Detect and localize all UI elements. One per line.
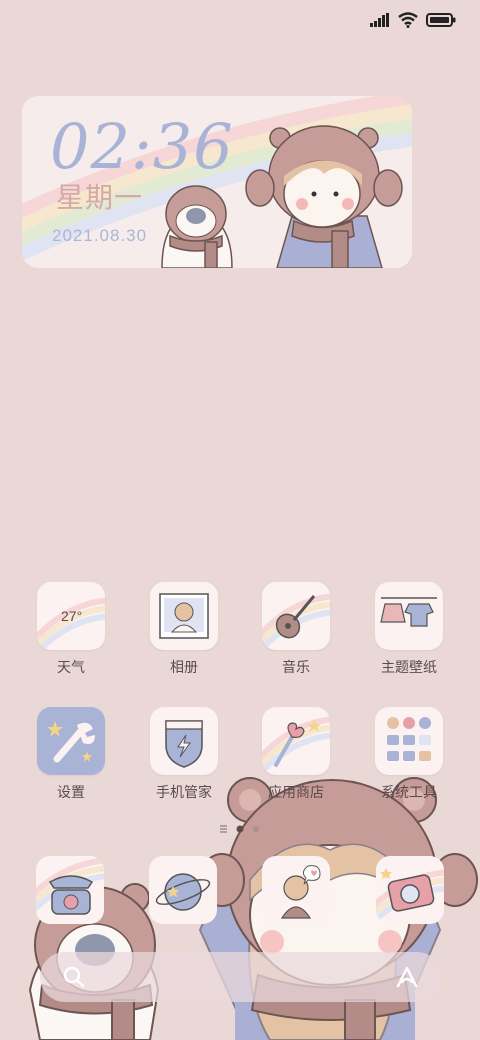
phone-icon [36, 857, 104, 915]
app-label: 应用商店 [268, 785, 324, 801]
security-icon [150, 707, 218, 775]
app-label: 相册 [170, 660, 198, 676]
page-indicator[interactable] [0, 822, 480, 836]
app-store[interactable]: 应用商店 [251, 707, 341, 802]
app-weather[interactable]: 27° 天气 [26, 582, 116, 677]
app-gallery[interactable]: 相册 [139, 582, 229, 677]
tools-folder-icon [375, 707, 443, 775]
app-store-icon [262, 707, 330, 775]
dock-browser[interactable] [149, 856, 217, 924]
clock-widget[interactable]: 02:36 星期一 2021.08.30 [22, 96, 412, 268]
dock-phone[interactable] [36, 856, 104, 924]
app-security[interactable]: 手机管家 [139, 707, 229, 802]
camera-icon [376, 868, 444, 924]
app-label: 系统工具 [381, 785, 437, 801]
app-label: 手机管家 [156, 785, 212, 801]
app-label: 音乐 [282, 660, 310, 676]
status-bar [0, 0, 480, 40]
clock-time: 02:36 [50, 110, 234, 183]
music-icon [262, 582, 330, 650]
weather-icon: 27° [37, 582, 105, 650]
themes-icon [375, 582, 443, 650]
browser-icon [155, 873, 211, 911]
dock-messages[interactable] [262, 856, 330, 924]
app-label: 设置 [57, 785, 85, 801]
messages-icon [280, 865, 321, 919]
settings-icon [37, 707, 105, 775]
assistant-icon[interactable] [394, 964, 420, 990]
dock-camera[interactable] [376, 856, 444, 924]
app-label: 主题壁纸 [381, 660, 437, 676]
gallery-icon [150, 582, 218, 650]
weather-temp: 27° [61, 608, 83, 624]
folder-tools[interactable]: 系统工具 [364, 707, 454, 802]
clock-date: 2021.08.30 [52, 226, 148, 245]
app-label: 天气 [57, 660, 85, 676]
search-icon [63, 966, 85, 988]
signal-icon [370, 13, 389, 27]
clock-weekday: 星期一 [56, 181, 144, 214]
wifi-icon [398, 12, 418, 28]
app-themes[interactable]: 主题壁纸 [364, 582, 454, 677]
app-music[interactable]: 音乐 [251, 582, 341, 677]
search-bar[interactable] [40, 952, 442, 1002]
app-settings[interactable]: 设置 [26, 707, 116, 802]
battery-icon [426, 13, 456, 27]
